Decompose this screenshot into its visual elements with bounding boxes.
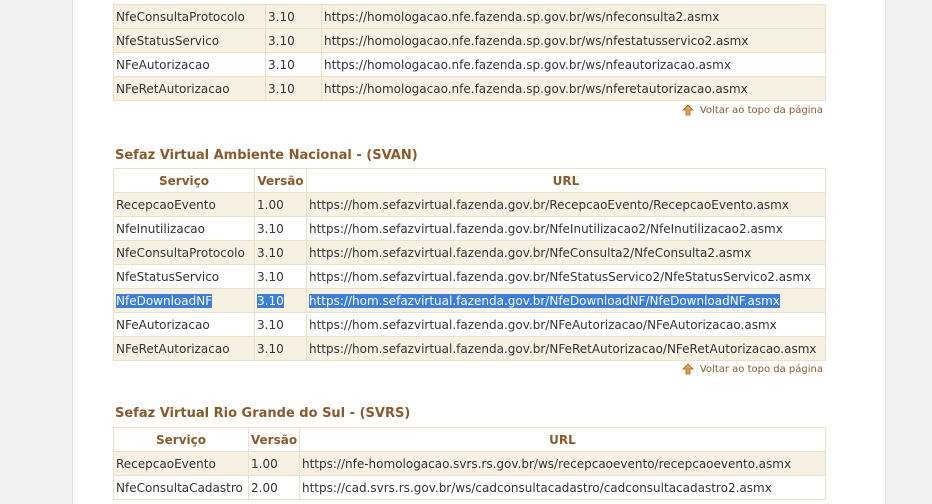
service-cell: NFeRetAutorizacao [113, 336, 255, 361]
header-url: URL [306, 168, 826, 193]
version-cell: 3.10 [254, 288, 307, 313]
selected-text: https://hom.sefazvirtual.fazenda.gov.br/… [309, 293, 780, 308]
url-cell: https://nfe-homologacao.svrs.rs.gov.br/w… [299, 451, 826, 476]
url-cell: https://homologacao.nfe.fazenda.sp.gov.b… [321, 4, 826, 29]
service-cell: NfeStatusServico [113, 264, 255, 289]
section-title-svrs: Sefaz Virtual Rio Grande do Sul - (SVRS) [115, 406, 411, 421]
service-cell: NFeAutorizacao [113, 52, 266, 77]
version-cell: 3.10 [254, 216, 307, 241]
back-to-top-link[interactable]: Voltar ao topo da página [681, 104, 823, 116]
service-cell: NfeStatusServico [113, 28, 266, 53]
service-cell: NfeConsultaProtocolo [113, 240, 255, 265]
table-row: NfeConsultaProtocolo 3.10 https://homolo… [113, 4, 826, 29]
header-version: Versão [254, 168, 307, 193]
selected-text: 3.10 [257, 293, 284, 308]
table-row: RecepcaoEvento 1.00 https://hom.sefazvir… [113, 192, 826, 217]
service-cell: NfeDownloadNF [113, 288, 255, 313]
version-cell: 3.10 [265, 28, 322, 53]
url-cell: https://hom.sefazvirtual.fazenda.gov.br/… [306, 312, 826, 337]
table-row: NfeStatusServico 3.10 https://homologaca… [113, 28, 826, 53]
arrow-up-icon [681, 363, 694, 375]
service-cell: NFeAutorizacao [113, 312, 255, 337]
back-to-top-label[interactable]: Voltar ao topo da página [700, 364, 823, 375]
table-row: NFeRetAutorizacao 3.10 https://homologac… [113, 76, 826, 101]
url-cell: https://hom.sefazvirtual.fazenda.gov.br/… [306, 264, 826, 289]
table-row: NFeAutorizacao 3.10 https://hom.sefazvir… [113, 312, 826, 337]
service-cell: NfeConsultaProtocolo [113, 4, 266, 29]
url-cell: https://hom.sefazvirtual.fazenda.gov.br/… [306, 240, 826, 265]
url-cell: https://hom.sefazvirtual.fazenda.gov.br/… [306, 192, 826, 217]
url-cell: https://homologacao.nfe.fazenda.sp.gov.b… [321, 76, 826, 101]
url-cell: https://homologacao.nfe.fazenda.sp.gov.b… [321, 52, 826, 77]
selected-text: NfeDownloadNF [116, 293, 213, 308]
version-cell: 3.10 [265, 52, 322, 77]
table-row-selected: NfeDownloadNF 3.10 https://hom.sefazvirt… [113, 288, 826, 313]
content-area: NfeConsultaProtocolo 3.10 https://homolo… [72, 0, 886, 504]
service-cell: NfeInutilizacao [113, 216, 255, 241]
header-service: Serviço [113, 427, 249, 452]
table-row: RecepcaoEvento 1.00 https://nfe-homologa… [113, 451, 826, 476]
version-cell: 2.00 [248, 475, 300, 500]
table-row: NfeStatusServico 3.10 https://hom.sefazv… [113, 264, 826, 289]
service-cell: RecepcaoEvento [113, 192, 255, 217]
header-url: URL [299, 427, 826, 452]
service-cell: NfeConsultaCadastro [113, 475, 249, 500]
url-cell: https://hom.sefazvirtual.fazenda.gov.br/… [306, 216, 826, 241]
version-cell: 3.10 [254, 240, 307, 265]
table-row: NfeConsultaProtocolo 3.10 https://hom.se… [113, 240, 826, 265]
table-header-row: Serviço Versão URL [113, 168, 826, 193]
version-cell: 1.00 [248, 451, 300, 476]
table-row: NfeConsultaCadastro 2.00 https://cad.svr… [113, 475, 826, 500]
url-cell: https://cad.svrs.rs.gov.br/ws/cadconsult… [299, 475, 826, 500]
version-cell: 3.10 [265, 4, 322, 29]
version-cell: 1.00 [254, 192, 307, 217]
url-cell: https://hom.sefazvirtual.fazenda.gov.br/… [306, 288, 826, 313]
version-cell: 3.10 [254, 336, 307, 361]
service-cell: RecepcaoEvento [113, 451, 249, 476]
back-to-top-label[interactable]: Voltar ao topo da página [700, 105, 823, 116]
service-cell: NFeRetAutorizacao [113, 76, 266, 101]
section-title-svan: Sefaz Virtual Ambiente Nacional - (SVAN) [115, 148, 418, 163]
svan-webservices-table: Serviço Versão URL RecepcaoEvento 1.00 h… [113, 168, 826, 361]
version-cell: 3.10 [254, 312, 307, 337]
url-cell: https://hom.sefazvirtual.fazenda.gov.br/… [306, 336, 826, 361]
sp-webservices-table: NfeConsultaProtocolo 3.10 https://homolo… [113, 4, 826, 101]
table-row: NFeRetAutorizacao 3.10 https://hom.sefaz… [113, 336, 826, 361]
header-version: Versão [248, 427, 300, 452]
version-cell: 3.10 [265, 76, 322, 101]
url-cell: https://homologacao.nfe.fazenda.sp.gov.b… [321, 28, 826, 53]
table-row: NFeAutorizacao 3.10 https://homologacao.… [113, 52, 826, 77]
svrs-webservices-table: Serviço Versão URL RecepcaoEvento 1.00 h… [113, 427, 826, 500]
version-cell: 3.10 [254, 264, 307, 289]
table-header-row: Serviço Versão URL [113, 427, 826, 452]
header-service: Serviço [113, 168, 255, 193]
arrow-up-icon [681, 104, 694, 116]
back-to-top-link[interactable]: Voltar ao topo da página [681, 363, 823, 375]
table-row: NfeInutilizacao 3.10 https://hom.sefazvi… [113, 216, 826, 241]
